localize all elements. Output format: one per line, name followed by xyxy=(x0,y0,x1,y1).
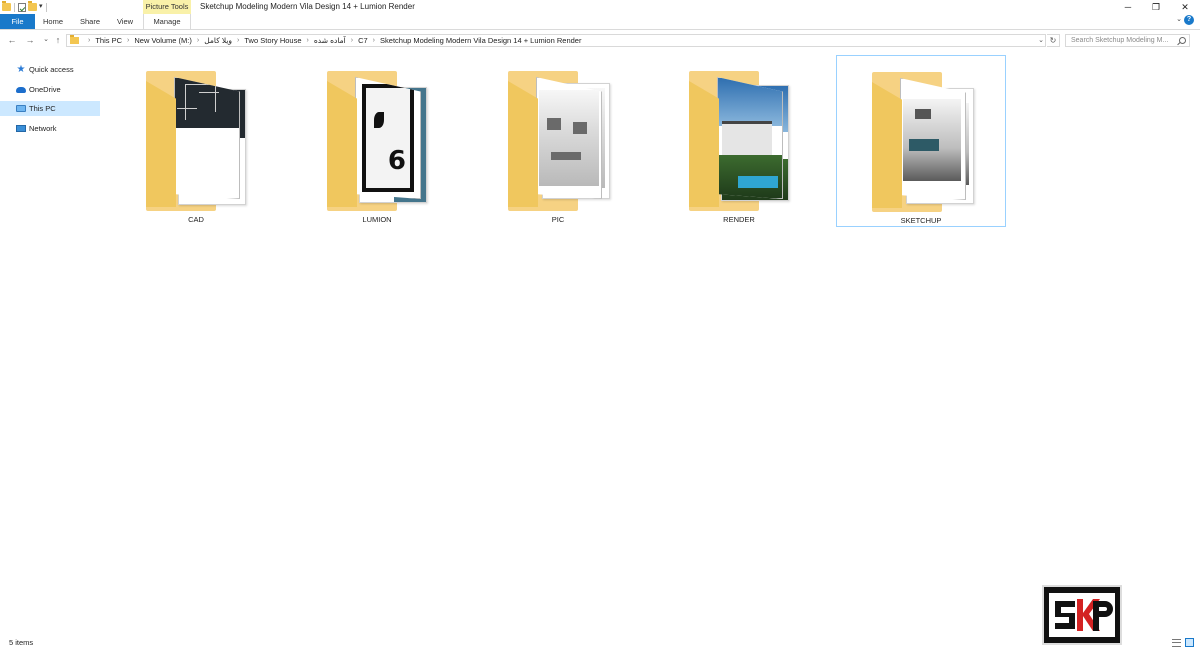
breadcrumb-c7[interactable]: C7 xyxy=(358,36,368,45)
folder-icon xyxy=(146,71,246,211)
window-title: Sketchup Modeling Modern Vila Design 14 … xyxy=(200,2,415,11)
tab-view[interactable]: View xyxy=(110,14,140,29)
folder-icon xyxy=(70,35,79,44)
forward-button[interactable]: → xyxy=(24,34,36,46)
item-count: 5 items xyxy=(9,638,34,647)
qat-separator xyxy=(45,2,47,12)
breadcrumb-villa[interactable]: ویلا کامل xyxy=(204,36,232,45)
sidebar-item-label: OneDrive xyxy=(29,85,61,94)
folder-icon[interactable] xyxy=(2,1,11,11)
address-history-dropdown-icon[interactable]: ⌄ xyxy=(1036,34,1046,47)
qat-separator xyxy=(14,2,15,12)
tab-manage[interactable]: Manage xyxy=(143,14,191,29)
folder-item-sketchup[interactable]: SKETCHUP xyxy=(836,55,1006,227)
sidebar-item-this-pc[interactable]: This PC xyxy=(0,101,100,116)
quick-access-toolbar: ▾ xyxy=(2,1,48,13)
title-bar: ▾ Picture Tools Sketchup Modeling Modern… xyxy=(0,0,1200,14)
folder-icon xyxy=(872,72,974,212)
back-button[interactable]: ← xyxy=(6,34,18,46)
close-button[interactable]: ✕ xyxy=(1170,0,1200,14)
breadcrumb-this-pc[interactable]: This PC xyxy=(95,36,122,45)
properties-icon[interactable] xyxy=(18,2,26,12)
tab-file[interactable]: File xyxy=(0,14,35,29)
navigation-bar: ← → ⌄ ↑ › This PC › New Volume (M:) › وی… xyxy=(0,31,1200,49)
folder-icon xyxy=(689,71,789,211)
breadcrumb-separator[interactable]: › xyxy=(237,37,239,44)
breadcrumb-ready[interactable]: آماده شده xyxy=(314,36,346,45)
sidebar-item-onedrive[interactable]: OneDrive xyxy=(0,82,100,97)
breadcrumb-two-story-house[interactable]: Two Story House xyxy=(244,36,301,45)
folder-icon: 6 xyxy=(327,71,427,211)
breadcrumb-separator[interactable]: › xyxy=(373,37,375,44)
folder-name: LUMION xyxy=(362,215,392,224)
folder-name: CAD xyxy=(188,215,204,224)
breadcrumb-separator[interactable]: › xyxy=(307,37,309,44)
minimize-button[interactable]: ─ xyxy=(1113,0,1143,14)
breadcrumb-separator[interactable]: › xyxy=(351,37,353,44)
folder-name: RENDER xyxy=(723,215,755,224)
sidebar-item-label: Network xyxy=(29,124,57,133)
sidebar-item-label: Quick access xyxy=(29,65,74,74)
help-icon[interactable]: ? xyxy=(1184,15,1194,25)
breadcrumb-new-volume[interactable]: New Volume (M:) xyxy=(134,36,192,45)
folder-name: PIC xyxy=(551,215,565,224)
expand-ribbon-icon[interactable]: ⌄ xyxy=(1176,15,1182,23)
search-placeholder: Search Sketchup Modeling M... xyxy=(1071,37,1169,44)
navigation-pane: ★ Quick access OneDrive This PC Network xyxy=(0,56,100,616)
file-list: CAD 6 LUMION PIC RENDER SKETCHUP xyxy=(100,50,1200,620)
address-bar[interactable]: › This PC › New Volume (M:) › ویلا کامل … xyxy=(66,34,1046,47)
folder-item-pic[interactable]: PIC xyxy=(473,55,643,227)
recent-locations-button[interactable]: ⌄ xyxy=(40,34,52,46)
breadcrumb-separator[interactable]: › xyxy=(197,37,199,44)
maximize-button[interactable]: ❐ xyxy=(1141,0,1171,14)
network-icon xyxy=(16,124,26,133)
search-icon[interactable] xyxy=(1179,37,1186,44)
up-button[interactable]: ↑ xyxy=(52,34,64,46)
folder-icon xyxy=(508,71,610,211)
skp-logo-icon xyxy=(1055,599,1113,631)
details-view-icon[interactable] xyxy=(1172,639,1181,647)
status-bar: 5 items xyxy=(0,636,1200,650)
ribbon-tabs: File Home Share View Manage ⌄ ? xyxy=(0,14,1200,30)
folder-item-lumion[interactable]: 6 LUMION xyxy=(292,55,462,227)
tab-share[interactable]: Share xyxy=(75,14,105,29)
breadcrumb-separator[interactable]: › xyxy=(127,37,129,44)
cloud-icon xyxy=(16,85,26,94)
breadcrumb-separator[interactable]: › xyxy=(88,37,90,44)
search-input[interactable]: Search Sketchup Modeling M... xyxy=(1065,34,1190,47)
sidebar-item-label: This PC xyxy=(29,104,56,113)
tab-home[interactable]: Home xyxy=(38,14,68,29)
new-folder-icon[interactable] xyxy=(28,1,37,11)
star-icon: ★ xyxy=(16,64,26,75)
lumion-logo-6-icon: 6 xyxy=(387,146,406,176)
refresh-button[interactable]: ↻ xyxy=(1047,34,1060,47)
customize-qat-dropdown-icon[interactable]: ▾ xyxy=(39,1,43,13)
sidebar-item-network[interactable]: Network xyxy=(0,121,100,136)
picture-tools-context-header: Picture Tools xyxy=(143,0,191,14)
breadcrumb-current-folder[interactable]: Sketchup Modeling Modern Vila Design 14 … xyxy=(380,36,581,45)
large-icons-view-icon[interactable] xyxy=(1185,638,1194,647)
folder-item-cad[interactable]: CAD xyxy=(111,55,281,227)
sidebar-item-quick-access[interactable]: ★ Quick access xyxy=(0,62,100,77)
computer-icon xyxy=(16,104,26,113)
folder-item-render[interactable]: RENDER xyxy=(654,55,824,227)
folder-name: SKETCHUP xyxy=(900,216,942,225)
